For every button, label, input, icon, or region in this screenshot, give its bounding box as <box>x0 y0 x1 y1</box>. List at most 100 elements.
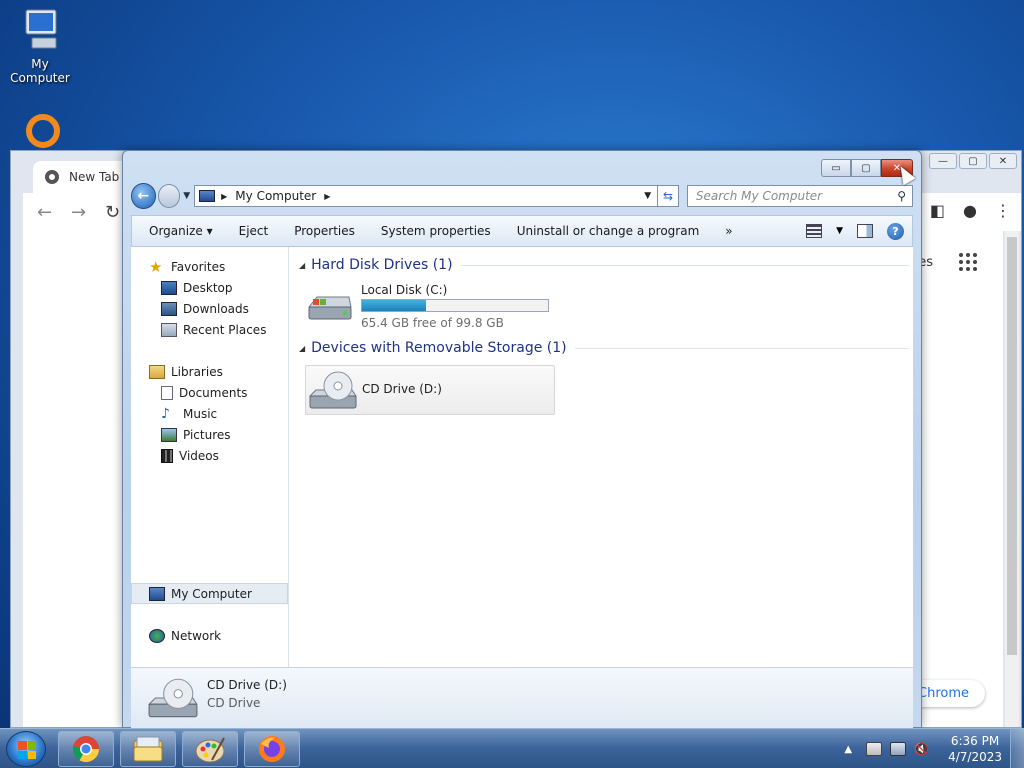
drive-usage-fill <box>362 300 427 311</box>
taskbar-chrome-button[interactable] <box>58 731 114 767</box>
collapse-icon[interactable]: ◢ <box>299 261 305 270</box>
search-input[interactable]: Search My Computer ⚲ <box>686 185 913 207</box>
search-icon[interactable]: ⚲ <box>897 189 906 203</box>
nav-label: Recent Places <box>183 323 267 337</box>
chrome-menu-icon[interactable]: ⋮ <box>995 201 1011 220</box>
nav-pictures[interactable]: Pictures <box>161 425 231 445</box>
clock-date: 4/7/2023 <box>948 750 1002 764</box>
organize-button[interactable]: Organize ▾ <box>132 224 226 238</box>
desktop-icon-my-computer[interactable]: My Computer <box>2 8 78 85</box>
group-divider <box>574 347 909 349</box>
back-button[interactable]: ← <box>131 183 156 209</box>
drive-item-cd-drive-d[interactable]: CD Drive (D:) <box>305 365 555 415</box>
breadcrumb-my-computer[interactable]: My Computer <box>235 189 316 203</box>
music-icon: ♪ <box>161 406 170 422</box>
breadcrumb-chevron-icon[interactable]: ▶ <box>221 192 227 201</box>
maximize-button[interactable]: ▢ <box>851 159 881 177</box>
network-status-icon[interactable] <box>890 742 907 756</box>
nav-favorites[interactable]: ★ Favorites <box>149 257 225 277</box>
system-properties-button[interactable]: System properties <box>368 224 504 238</box>
nav-label: Videos <box>179 449 219 463</box>
downloads-folder-icon <box>161 302 177 316</box>
nav-downloads[interactable]: Downloads <box>161 299 249 319</box>
more-commands-button[interactable]: » <box>712 224 745 238</box>
nav-documents[interactable]: Documents <box>161 383 247 403</box>
google-apps-icon[interactable] <box>959 253 977 271</box>
nav-my-computer[interactable]: My Computer <box>149 584 252 604</box>
taskbar: ▲ 🔇 6:36 PM 4/7/2023 <box>0 728 1024 768</box>
properties-button[interactable]: Properties <box>281 224 368 238</box>
drive-item-local-disk-c[interactable]: Local Disk (C:) 65.4 GB free of 99.8 GB <box>303 283 563 333</box>
nav-label: Favorites <box>171 260 226 274</box>
chrome-scrollbar-thumb[interactable] <box>1007 237 1017 655</box>
chrome-forward-icon[interactable]: → <box>71 202 91 223</box>
nav-label: Pictures <box>183 428 231 442</box>
chrome-icon <box>73 736 99 762</box>
network-icon <box>149 629 165 643</box>
change-view-icon[interactable] <box>806 224 823 238</box>
uninstall-program-button[interactable]: Uninstall or change a program <box>504 224 713 238</box>
eject-button[interactable]: Eject <box>226 224 282 238</box>
forward-button[interactable] <box>157 184 181 208</box>
group-divider <box>460 264 909 266</box>
group-header-hard-disks[interactable]: ◢ Hard Disk Drives (1) <box>299 257 909 273</box>
view-controls: ▼ ? <box>806 222 912 240</box>
nav-network[interactable]: Network <box>149 626 221 646</box>
star-icon: ★ <box>149 258 163 276</box>
details-pane: CD Drive (D:) CD Drive <box>131 667 913 729</box>
firefox-icon <box>259 736 285 762</box>
show-hidden-icons-icon[interactable]: ▲ <box>844 744 852 755</box>
nav-label: Network <box>171 629 222 643</box>
taskbar-firefox-button[interactable] <box>244 731 300 767</box>
chrome-scrollbar[interactable] <box>1005 231 1019 727</box>
desktop-icon-label: My Computer <box>10 57 70 85</box>
volume-muted-icon[interactable]: 🔇 <box>914 742 930 756</box>
address-dropdown-icon[interactable]: ▼ <box>638 191 657 201</box>
minimize-button[interactable]: ▭ <box>821 159 851 177</box>
recent-pages-dropdown-icon[interactable]: ▼ <box>183 191 190 201</box>
show-desktop-button[interactable] <box>1010 729 1024 768</box>
nav-label: Documents <box>179 386 248 400</box>
nav-desktop[interactable]: Desktop <box>161 278 233 298</box>
computer-icon <box>149 587 165 601</box>
nav-videos[interactable]: Videos <box>161 446 219 466</box>
chrome-minimize-button[interactable]: — <box>929 153 957 169</box>
drive-name: CD Drive (D:) <box>362 382 442 396</box>
drive-usage-bar <box>361 299 549 312</box>
chrome-back-icon[interactable]: ← <box>37 202 57 223</box>
address-bar[interactable]: ▶ My Computer ▶ ▼ <box>194 185 659 207</box>
nav-recent-places[interactable]: Recent Places <box>161 320 266 340</box>
taskbar-explorer-button[interactable] <box>120 731 176 767</box>
start-button[interactable] <box>6 731 46 767</box>
view-dropdown-icon[interactable]: ▼ <box>836 226 843 236</box>
clock-time: 6:36 PM <box>950 734 1000 748</box>
chrome-maximize-button[interactable]: ▢ <box>959 153 987 169</box>
nav-label: My Computer <box>171 587 252 601</box>
refresh-button[interactable]: ⇆ <box>658 185 679 207</box>
recent-places-icon <box>161 323 177 337</box>
taskbar-paint-button[interactable] <box>182 731 238 767</box>
nav-label: Music <box>183 407 218 421</box>
group-title: Devices with Removable Storage (1) <box>311 340 567 356</box>
preview-pane-icon[interactable] <box>857 224 873 238</box>
command-bar: Organize ▾ Eject Properties System prope… <box>131 215 913 247</box>
drive-name: Local Disk (C:) <box>361 283 448 297</box>
collapse-icon[interactable]: ◢ <box>299 344 305 353</box>
chrome-sidepanel-icon[interactable]: ◧ <box>930 201 945 220</box>
nav-music[interactable]: ♪ Music <box>161 404 217 424</box>
nav-libraries[interactable]: Libraries <box>149 362 223 382</box>
group-header-removable[interactable]: ◢ Devices with Removable Storage (1) <box>299 340 909 356</box>
chrome-profile-icon[interactable]: ● <box>963 201 977 220</box>
help-icon[interactable]: ? <box>887 222 904 240</box>
clock[interactable]: 6:36 PM 4/7/2023 <box>948 733 1002 765</box>
app-shortcut-icon[interactable] <box>26 114 60 148</box>
cd-drive-large-icon <box>147 678 198 718</box>
videos-icon <box>161 449 173 463</box>
chrome-close-button[interactable]: ✕ <box>989 153 1017 169</box>
navigation-pane: ★ Favorites Desktop Downloads Recent Pla… <box>131 247 289 667</box>
breadcrumb-chevron-icon[interactable]: ▶ <box>324 192 330 201</box>
action-center-icon[interactable] <box>866 742 883 756</box>
group-title: Hard Disk Drives (1) <box>311 257 453 273</box>
hard-disk-icon <box>307 296 352 320</box>
explorer-window: ▭ ▢ ✕ ← ▼ ▶ My Computer ▶ ▼ ⇆ Search My … <box>122 150 922 729</box>
